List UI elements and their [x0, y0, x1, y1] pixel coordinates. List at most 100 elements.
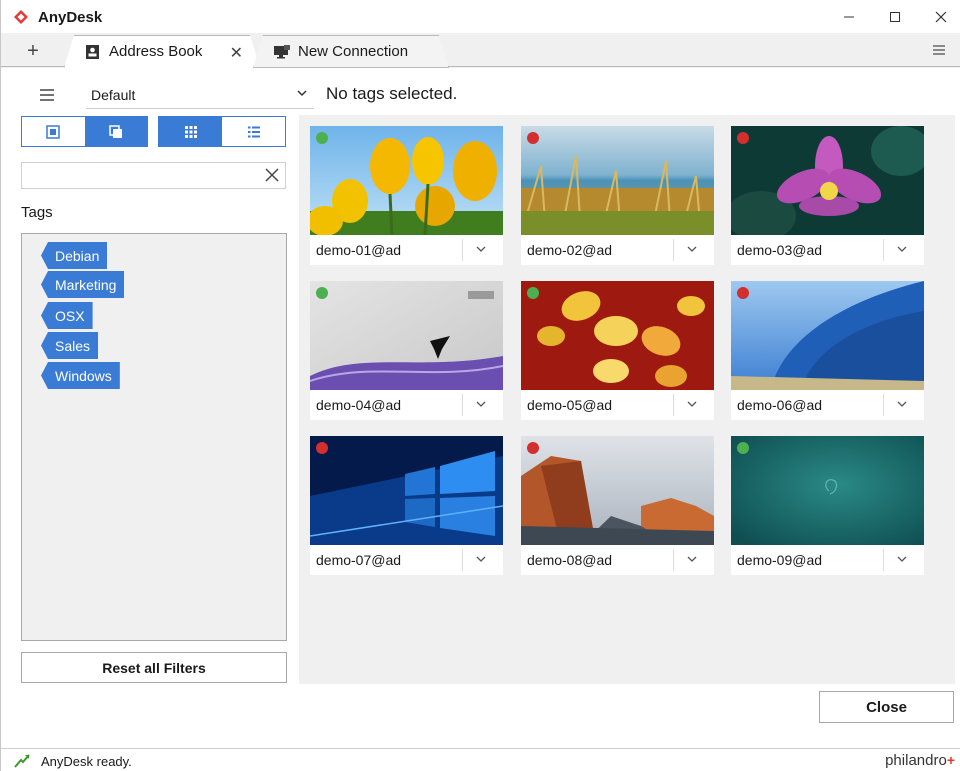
tag-marketing[interactable]: Marketing [41, 271, 125, 298]
anydesk-window: AnyDesk + Address Book ✕ New Connection … [0, 0, 960, 771]
card-divider [673, 394, 674, 416]
tags-heading: Tags [21, 204, 53, 221]
tag-sales[interactable]: Sales [41, 332, 99, 359]
large-thumbnail-button[interactable] [84, 117, 147, 146]
status-text: AnyDesk ready. [41, 754, 132, 769]
device-name: demo-02@ad [527, 242, 613, 258]
card-divider [883, 394, 884, 416]
chevron-down-icon[interactable] [897, 244, 907, 254]
card-divider [883, 549, 884, 571]
philandro-logo: philandro+ [885, 752, 955, 769]
tag-debian[interactable]: Debian [41, 242, 108, 269]
tag-windows[interactable]: Windows [41, 362, 120, 389]
chevron-down-icon[interactable] [687, 244, 697, 254]
offline-status-indicator [527, 442, 539, 454]
tag-status-text: No tags selected. [326, 84, 458, 103]
monitor-icon [274, 45, 290, 59]
grid-view-button[interactable] [159, 117, 222, 146]
device-card[interactable]: demo-07@ad [310, 436, 503, 575]
close-tab-icon[interactable]: ✕ [230, 43, 243, 63]
device-card[interactable]: demo-06@ad [731, 281, 924, 420]
tab-new-connection[interactable]: New Connection [253, 35, 449, 68]
online-status-indicator [737, 442, 749, 454]
offline-status-indicator [316, 442, 328, 454]
card-divider [673, 549, 674, 571]
tags-list: Debian Marketing OSX Sales Windows [21, 233, 287, 641]
chevron-down-icon[interactable] [476, 399, 486, 409]
chevron-down-icon[interactable] [476, 244, 486, 254]
layout-toggle [158, 116, 286, 147]
chevron-down-icon[interactable] [476, 554, 486, 564]
app-title: AnyDesk [38, 9, 103, 26]
device-card[interactable]: demo-01@ad [310, 126, 503, 265]
tag-osx[interactable]: OSX [41, 302, 93, 329]
thumbnail-size-toggle [21, 116, 148, 147]
anydesk-logo-icon [14, 10, 28, 24]
brand-mark: + [946, 752, 955, 768]
online-status-indicator [316, 287, 328, 299]
online-status-indicator [527, 287, 539, 299]
offline-status-indicator [527, 132, 539, 144]
device-name: demo-01@ad [316, 242, 402, 258]
card-divider [883, 239, 884, 261]
address-book-select[interactable]: Default [86, 81, 314, 109]
device-thumbnail [310, 281, 503, 390]
connection-ready-icon [14, 754, 30, 768]
close-button[interactable]: Close [819, 691, 954, 723]
device-thumbnail [731, 126, 924, 235]
small-thumbnail-icon [46, 124, 60, 139]
chevron-down-icon [297, 90, 307, 97]
online-status-indicator [316, 132, 328, 144]
address-book-select-value: Default [91, 86, 136, 103]
minimize-button[interactable] [827, 4, 871, 30]
list-icon [247, 126, 260, 137]
chevron-down-icon[interactable] [897, 554, 907, 564]
tab-address-book-label: Address Book [109, 43, 203, 60]
tab-address-book[interactable]: Address Book ✕ [64, 35, 260, 68]
device-card[interactable]: demo-02@ad [521, 126, 714, 265]
list-view-button[interactable] [222, 117, 285, 146]
large-thumbnail-icon [109, 124, 122, 138]
search-input[interactable] [21, 162, 286, 189]
device-card[interactable]: demo-03@ad [731, 126, 924, 265]
device-name: demo-05@ad [527, 397, 613, 413]
hamburger-menu-icon[interactable] [37, 85, 57, 105]
chevron-down-icon[interactable] [687, 554, 697, 564]
device-name: demo-08@ad [527, 552, 613, 568]
tab-bar: + Address Book ✕ New Connection [1, 33, 960, 67]
offline-status-indicator [737, 287, 749, 299]
address-book-icon [85, 45, 101, 59]
add-tab-button[interactable]: + [19, 39, 47, 63]
reset-filters-button[interactable]: Reset all Filters [21, 652, 287, 683]
device-grid: demo-01@ad demo-02@ad demo-03@ad demo-04… [299, 115, 955, 684]
chevron-down-icon[interactable] [897, 399, 907, 409]
tab-menu-icon[interactable] [929, 40, 949, 60]
card-divider [462, 549, 463, 571]
device-name: demo-04@ad [316, 397, 402, 413]
title-bar: AnyDesk [1, 0, 960, 33]
maximize-icon [890, 12, 900, 22]
offline-status-indicator [737, 132, 749, 144]
device-card[interactable]: demo-08@ad [521, 436, 714, 575]
clear-search-icon[interactable] [263, 166, 281, 184]
tab-new-connection-label: New Connection [298, 43, 409, 60]
device-thumbnail [521, 281, 714, 390]
brand-name: philandro [885, 752, 947, 769]
maximize-button[interactable] [873, 4, 917, 30]
device-card[interactable]: demo-09@ad [731, 436, 924, 575]
device-thumbnail [731, 436, 924, 545]
device-thumbnail [731, 281, 924, 390]
minimize-icon [844, 16, 854, 18]
card-divider [673, 239, 674, 261]
device-card[interactable]: demo-05@ad [521, 281, 714, 420]
chevron-down-icon[interactable] [687, 399, 697, 409]
device-name: demo-07@ad [316, 552, 402, 568]
device-thumbnail [310, 436, 503, 545]
device-thumbnail [521, 436, 714, 545]
device-card[interactable]: demo-04@ad [310, 281, 503, 420]
status-bar: AnyDesk ready. philandro+ [1, 748, 960, 771]
small-thumbnail-button[interactable] [22, 117, 85, 146]
close-window-button[interactable] [919, 4, 960, 30]
grid-icon [184, 125, 197, 138]
address-book-panel: Default No tags selected. Tags Debian Ma… [1, 68, 960, 748]
